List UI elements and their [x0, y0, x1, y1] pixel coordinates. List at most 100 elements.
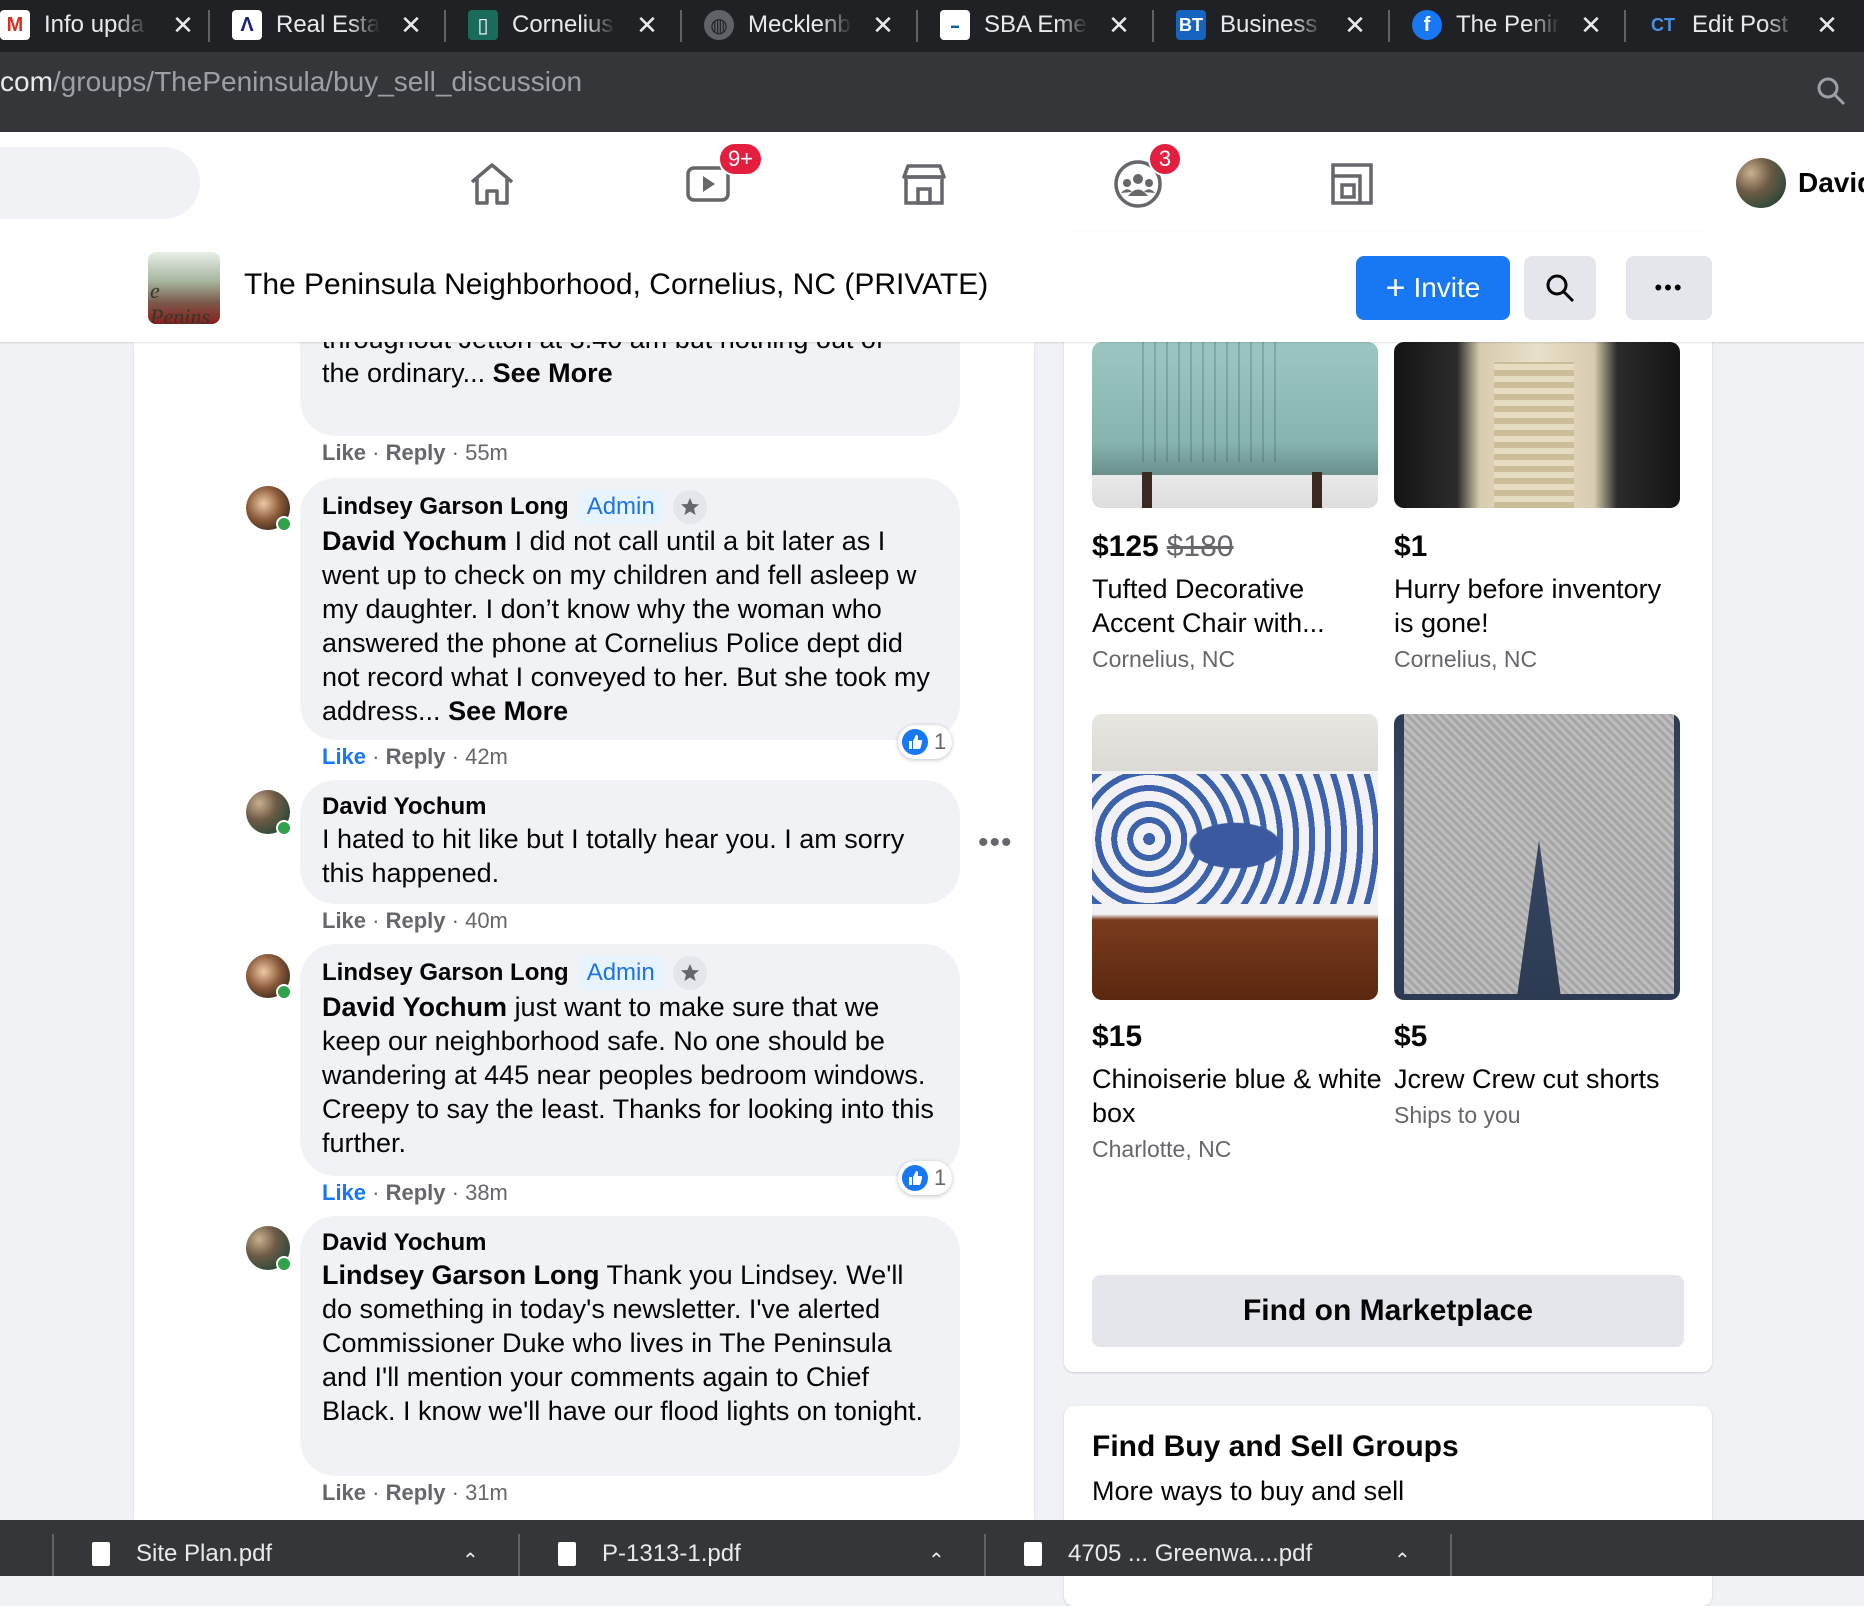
item-photo-boat[interactable]	[1394, 342, 1680, 508]
cornelius-icon: ▯	[468, 10, 498, 40]
tab-title: Real Esta	[276, 11, 380, 38]
reaction-count[interactable]: 1	[898, 1161, 953, 1195]
item-price[interactable]: $5	[1394, 1020, 1427, 1054]
comment-author[interactable]: David Yochum	[322, 1228, 938, 1258]
close-icon[interactable]: ✕	[1810, 8, 1844, 42]
see-more-link[interactable]: See More	[493, 358, 613, 388]
close-icon[interactable]: ✕	[866, 8, 900, 42]
comment-timestamp[interactable]: 42m	[465, 744, 508, 769]
url-text[interactable]: com/groups/ThePeninsula/buy_sell_discuss…	[0, 66, 582, 98]
tab-divider	[916, 10, 918, 42]
facebook-search-field[interactable]	[0, 147, 200, 219]
download-item[interactable]: 4705 ... Greenwa....pdf	[1024, 1540, 1312, 1568]
like-link[interactable]: Like	[322, 744, 366, 769]
close-icon[interactable]: ✕	[1574, 8, 1608, 42]
close-icon[interactable]: ✕	[1338, 8, 1372, 42]
star-badge-icon[interactable]	[672, 490, 707, 524]
commenter-avatar[interactable]	[246, 954, 292, 1000]
browser-tab-mecklenburg[interactable]: ◍ Mecklenb ✕	[704, 0, 900, 50]
like-link[interactable]: Like	[322, 440, 366, 465]
group-logo[interactable]: e Penins	[148, 252, 220, 324]
tab-title: SBA Eme	[984, 11, 1087, 38]
card-title[interactable]: Find Buy and Sell Groups	[1092, 1430, 1459, 1464]
commenter-avatar[interactable]	[246, 486, 292, 532]
reply-link[interactable]: Reply	[386, 908, 446, 933]
chevron-up-icon[interactable]: ⌃	[928, 1548, 945, 1573]
comment-author[interactable]: David Yochum	[322, 792, 938, 822]
like-link[interactable]: Like	[322, 1480, 366, 1505]
browser-tab-business[interactable]: BT Business ✕	[1176, 0, 1372, 50]
like-link[interactable]: Like	[322, 1180, 366, 1205]
chevron-up-icon[interactable]: ⌃	[1394, 1548, 1411, 1573]
item-photo-chair[interactable]	[1092, 342, 1378, 508]
item-title[interactable]: Jcrew Crew cut shorts	[1394, 1062, 1684, 1096]
star-badge-icon[interactable]	[672, 956, 707, 990]
gaming-icon[interactable]	[1322, 154, 1382, 214]
online-status-dot	[276, 820, 292, 836]
mention-link[interactable]: David Yochum	[322, 526, 507, 556]
comment-options-icon[interactable]: •••	[978, 826, 1013, 860]
like-link[interactable]: Like	[322, 908, 366, 933]
browser-tab-edit-post[interactable]: CT Edit Post ✕	[1648, 0, 1844, 50]
reply-link[interactable]: Reply	[386, 440, 446, 465]
marketplace-icon[interactable]	[894, 154, 954, 214]
profile-shortcut[interactable]: David	[1736, 158, 1864, 208]
comment-timestamp[interactable]: 40m	[465, 908, 508, 933]
item-title[interactable]: Tufted Decorative Accent Chair with...	[1092, 572, 1382, 640]
search-icon	[1546, 274, 1575, 303]
browser-tab-real-estate[interactable]: Λ Real Esta ✕	[232, 0, 428, 50]
address-bar[interactable]: com/groups/ThePeninsula/buy_sell_discuss…	[0, 52, 1864, 132]
comment-bubble: Lindsey Garson Long Admin David Yochum j…	[300, 944, 960, 1176]
item-price[interactable]: $125 $180	[1092, 530, 1234, 564]
admin-badge[interactable]: Admin	[578, 490, 663, 524]
home-icon[interactable]	[462, 154, 522, 214]
see-more-link[interactable]: See More	[448, 696, 568, 726]
download-item[interactable]: Site Plan.pdf	[92, 1540, 272, 1568]
commenter-avatar[interactable]	[246, 1226, 292, 1272]
commenter-avatar[interactable]	[246, 790, 292, 836]
more-options-button[interactable]: •••	[1626, 256, 1712, 320]
reply-link[interactable]: Reply	[386, 1480, 446, 1505]
browser-tab-gmail[interactable]: M Info upda ✕	[0, 0, 200, 50]
reply-link[interactable]: Reply	[386, 1180, 446, 1205]
download-filename: Site Plan.pdf	[136, 1540, 273, 1567]
comment-timestamp[interactable]: 55m	[465, 440, 508, 465]
comment-author-row: Lindsey Garson Long Admin	[322, 490, 938, 524]
invite-label: Invite	[1413, 272, 1481, 303]
item-title[interactable]: Chinoiserie blue & white box	[1092, 1062, 1382, 1130]
photo-texture	[1312, 472, 1322, 508]
reaction-count[interactable]: 1	[898, 725, 953, 759]
close-icon[interactable]: ✕	[630, 8, 664, 42]
mention-link[interactable]: David Yochum	[322, 992, 507, 1022]
browser-tab-sba[interactable]: ▬ SBA Eme ✕	[940, 0, 1136, 50]
mention-link[interactable]: Lindsey Garson Long	[322, 1260, 600, 1290]
browser-tab-cornelius[interactable]: ▯ Cornelius ✕	[468, 0, 664, 50]
close-icon[interactable]: ✕	[394, 8, 428, 42]
group-search-button[interactable]	[1524, 256, 1596, 320]
search-icon[interactable]	[1816, 76, 1846, 106]
item-title[interactable]: Hurry before inventory is gone!	[1394, 572, 1684, 640]
group-name[interactable]: The Peninsula Neighborhood, Cornelius, N…	[244, 268, 988, 302]
globe-icon: ◍	[704, 10, 734, 40]
comment-timestamp[interactable]: 31m	[465, 1480, 508, 1505]
comment-timestamp[interactable]: 38m	[465, 1180, 508, 1205]
comment-author[interactable]: Lindsey Garson Long	[322, 492, 569, 522]
close-icon[interactable]: ✕	[166, 8, 200, 42]
item-price[interactable]: $1	[1394, 530, 1427, 564]
invite-button[interactable]: + Invite	[1356, 256, 1510, 320]
item-photo-box[interactable]	[1092, 714, 1378, 1000]
item-photo-shorts[interactable]	[1394, 714, 1680, 1000]
chevron-up-icon[interactable]: ⌃	[462, 1548, 479, 1573]
tab-divider	[208, 10, 210, 42]
find-on-marketplace-button[interactable]: Find on Marketplace	[1092, 1275, 1684, 1347]
admin-badge[interactable]: Admin	[578, 956, 663, 990]
item-location: Charlotte, NC	[1092, 1136, 1232, 1162]
url-domain: com	[0, 66, 53, 97]
close-icon[interactable]: ✕	[1102, 8, 1136, 42]
download-filename: 4705 ... Greenwa....pdf	[1068, 1540, 1313, 1567]
download-item[interactable]: P-1313-1.pdf	[558, 1540, 741, 1568]
reply-link[interactable]: Reply	[386, 744, 446, 769]
item-price[interactable]: $15	[1092, 1020, 1142, 1054]
comment-author[interactable]: Lindsey Garson Long	[322, 958, 569, 988]
browser-tab-facebook[interactable]: f The Penir ✕	[1412, 0, 1608, 50]
